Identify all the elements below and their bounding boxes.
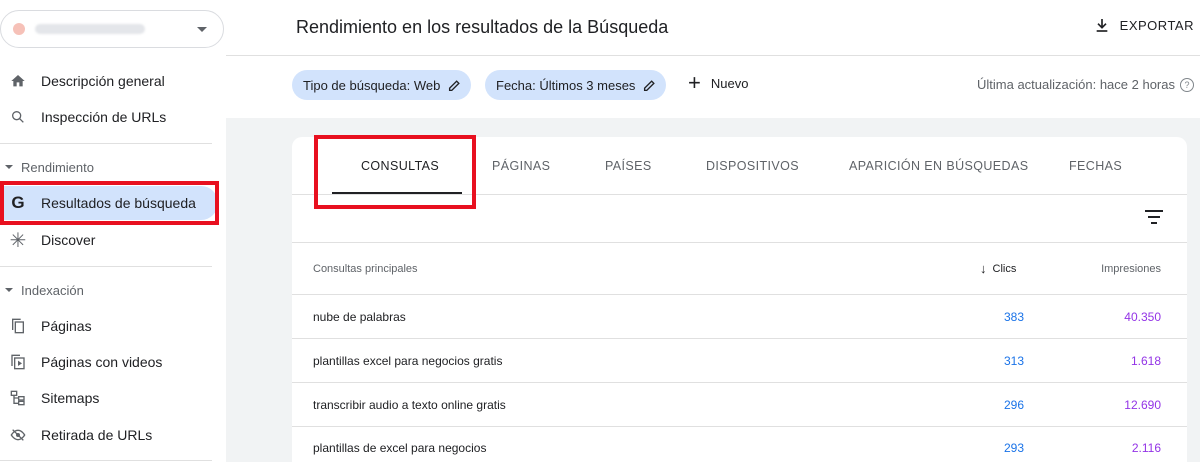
sidebar-item-label: Retirada de URLs — [41, 427, 153, 443]
sidebar-item-sitemaps[interactable]: Sitemaps — [0, 381, 218, 415]
new-label: Nuevo — [710, 75, 749, 91]
column-header-label: Clics — [992, 262, 1017, 275]
table-row[interactable]: plantillas de excel para negocios 293 2.… — [292, 426, 1187, 462]
tab-dates[interactable]: FECHAS — [1069, 159, 1122, 173]
sidebar-item-label: Sitemaps — [41, 390, 100, 406]
section-indexing[interactable]: Indexación — [0, 279, 218, 301]
query-cell: transcribir audio a texto online gratis — [313, 398, 506, 412]
sidebar-item-url-inspection[interactable]: Inspección de URLs — [0, 100, 218, 134]
sidebar-item-label: Páginas — [41, 318, 92, 334]
table-row[interactable]: plantillas excel para negocios gratis 31… — [292, 339, 1187, 383]
highlight-box-sidebar — [0, 181, 219, 225]
sidebar-item-label: Inspección de URLs — [41, 109, 167, 125]
impressions-cell: 12.690 — [1124, 398, 1161, 412]
date-chip[interactable]: Fecha: Últimos 3 meses — [485, 70, 667, 100]
caret-down-icon — [5, 165, 13, 169]
impressions-cell: 2.116 — [1131, 441, 1161, 455]
help-icon[interactable]: ? — [1180, 77, 1194, 92]
property-name-blurred — [35, 24, 145, 34]
sidebar-item-discover[interactable]: ✳ Discover — [0, 223, 218, 257]
export-label: EXPORTAR — [1119, 17, 1194, 33]
highlight-box-tab — [314, 135, 476, 209]
query-cell: nube de palabras — [313, 310, 406, 324]
filter-bar: Tipo de búsqueda: Web Fecha: Últimos 3 m… — [226, 56, 1200, 118]
chevron-down-icon — [197, 27, 207, 32]
filter-rows-icon[interactable] — [1145, 210, 1163, 229]
last-updated-text: Última actualización: hace 2 horas — [977, 77, 1175, 92]
new-filter-button[interactable]: + Nuevo — [688, 70, 749, 95]
table-row[interactable]: nube de palabras 383 40.350 — [292, 295, 1187, 339]
property-selector[interactable] — [0, 10, 224, 48]
tab-search-appearance[interactable]: APARICIÓN EN BÚSQUEDAS — [849, 159, 1028, 173]
search-type-chip[interactable]: Tipo de búsqueda: Web — [292, 70, 472, 100]
tab-devices[interactable]: DISPOSITIVOS — [706, 159, 799, 173]
page-title: Rendimiento en los resultados de la Búsq… — [296, 17, 669, 37]
clicks-cell: 313 — [1003, 354, 1024, 368]
clicks-cell: 296 — [1003, 398, 1024, 412]
video-page-icon — [9, 353, 27, 371]
column-header-clicks[interactable]: ↓ Clics — [980, 261, 1016, 276]
clicks-cell: 383 — [1003, 310, 1024, 324]
section-label: Rendimiento — [21, 159, 94, 175]
property-favicon — [13, 23, 25, 35]
caret-down-icon — [5, 288, 13, 292]
sitemap-icon — [9, 389, 27, 407]
tab-pages[interactable]: PÁGINAS — [492, 159, 550, 173]
plus-icon: + — [688, 70, 701, 95]
divider — [0, 460, 212, 461]
main-content: Rendimiento en los resultados de la Búsq… — [226, 0, 1200, 462]
sort-down-icon: ↓ — [980, 261, 987, 276]
pages-icon — [9, 317, 27, 335]
edit-icon — [643, 79, 656, 92]
divider — [0, 143, 212, 144]
sidebar-item-video-pages[interactable]: Páginas con videos — [0, 345, 218, 379]
chip-label: Fecha: Últimos 3 meses — [496, 77, 636, 93]
last-updated: Última actualización: hace 2 horas ? — [977, 77, 1194, 92]
query-cell: plantillas de excel para negocios — [313, 441, 487, 455]
eye-off-icon — [9, 426, 27, 444]
section-label: Indexación — [21, 282, 84, 298]
table-header: Consultas principales ↓ Clics Impresione… — [292, 243, 1187, 295]
impressions-cell: 1.618 — [1130, 354, 1161, 368]
divider — [0, 266, 212, 267]
sidebar-item-label: Discover — [41, 232, 96, 248]
query-cell: plantillas excel para negocios gratis — [313, 354, 503, 368]
search-icon — [9, 108, 27, 126]
clicks-cell: 293 — [1003, 441, 1024, 455]
tab-countries[interactable]: PAÍSES — [605, 159, 652, 173]
download-icon — [1096, 19, 1108, 32]
sidebar: Descripción general Inspección de URLs R… — [0, 0, 226, 462]
table-row[interactable]: transcribir audio a texto online gratis … — [292, 383, 1187, 427]
sidebar-item-overview[interactable]: Descripción general — [0, 64, 218, 98]
sidebar-item-label: Descripción general — [41, 73, 165, 89]
export-button[interactable]: EXPORTAR — [1094, 17, 1194, 33]
chip-label: Tipo de búsqueda: Web — [303, 77, 441, 93]
column-header-impressions[interactable]: Impresiones — [1101, 263, 1161, 275]
home-icon — [9, 72, 27, 90]
impressions-cell: 40.350 — [1124, 310, 1161, 324]
sidebar-item-label: Páginas con videos — [41, 354, 163, 370]
asterisk-icon: ✳ — [9, 229, 27, 252]
sidebar-item-url-removal[interactable]: Retirada de URLs — [0, 418, 218, 452]
section-performance[interactable]: Rendimiento — [0, 156, 218, 178]
column-header-queries[interactable]: Consultas principales — [313, 263, 418, 275]
header: Rendimiento en los resultados de la Búsq… — [226, 0, 1200, 56]
edit-icon — [448, 79, 461, 92]
sidebar-item-pages[interactable]: Páginas — [0, 309, 218, 343]
